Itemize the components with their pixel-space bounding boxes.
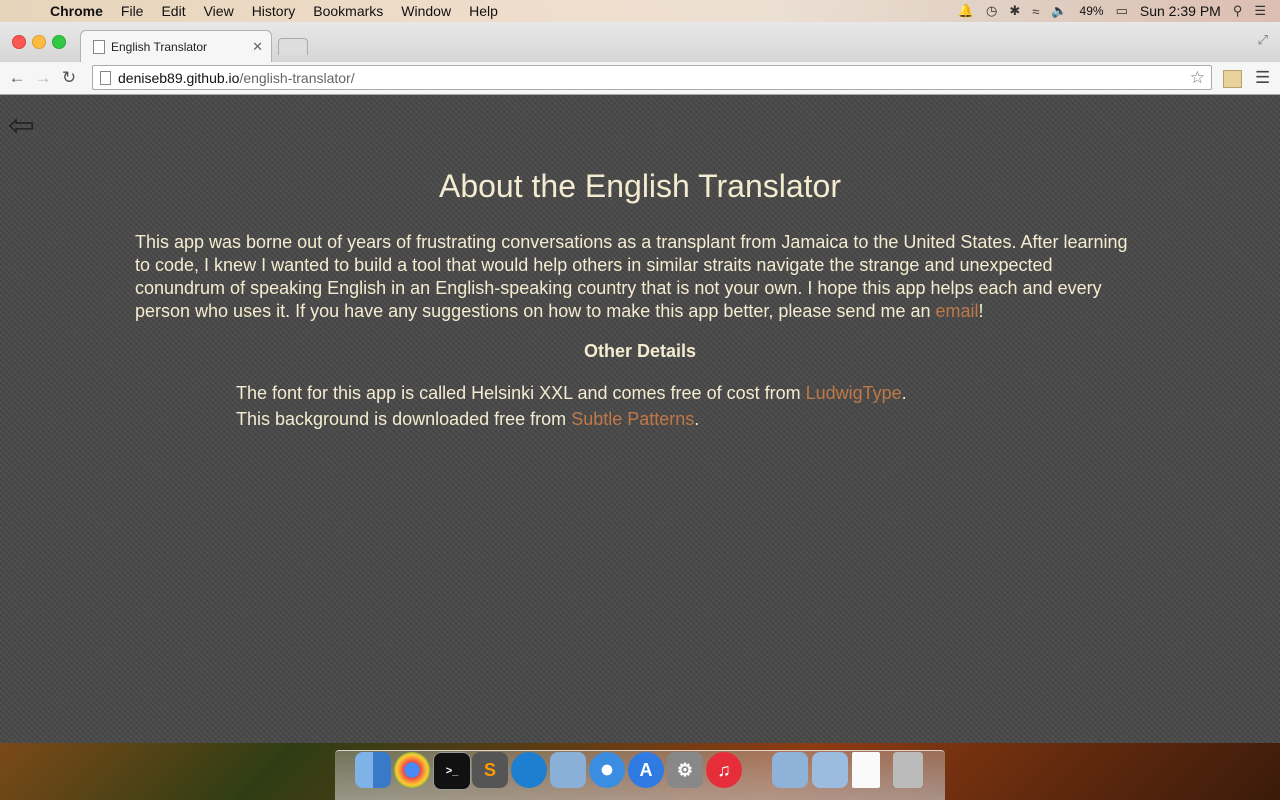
tab-title: English Translator [111, 39, 208, 54]
back-button[interactable]: ← [6, 68, 28, 88]
documents-folder-icon[interactable] [812, 752, 848, 788]
background-credit-text: This background is downloaded free from [236, 409, 572, 429]
zoom-window-button[interactable] [52, 35, 66, 49]
volume-icon[interactable]: 🔈 [1051, 3, 1067, 19]
itunes-icon[interactable]: ♫ [706, 752, 742, 788]
subtle-patterns-link[interactable]: Subtle Patterns [571, 409, 694, 429]
minimize-window-button[interactable] [32, 35, 46, 49]
system-preferences-icon[interactable]: ⚙ [667, 752, 703, 788]
other-details-heading: Other Details [583, 341, 697, 361]
font-credit-end: . [901, 383, 907, 403]
extension-icon[interactable] [1223, 70, 1242, 88]
wifi-icon[interactable]: ≈ [1032, 4, 1039, 19]
skype-icon[interactable] [511, 752, 547, 788]
menu-bookmarks[interactable]: Bookmarks [313, 3, 383, 19]
page-content: ⇦ About the English Translator This app … [0, 95, 1280, 743]
new-tab-button[interactable] [278, 38, 308, 55]
title-bar: English Translator ✕ ⤢ [0, 22, 1280, 62]
browser-toolbar: ← → ↻ deniseb89.github.io/english-transl… [0, 62, 1280, 95]
file-icon[interactable] [852, 752, 880, 788]
menu-view[interactable]: View [204, 3, 234, 19]
forward-button[interactable]: → [32, 68, 54, 88]
notification-bell-icon[interactable]: 🔔 [958, 3, 974, 19]
background-credit-line: This background is downloaded free from … [236, 409, 699, 430]
menu-edit[interactable]: Edit [161, 3, 185, 19]
menu-history[interactable]: History [252, 3, 296, 19]
chrome-menu-icon[interactable]: ☰ [1255, 68, 1270, 88]
menu-app-chrome[interactable]: Chrome [50, 3, 103, 19]
close-window-button[interactable] [12, 35, 26, 49]
status-area: 🔔 ◷ ✱ ≈ 🔈 49% ▭ Sun 2:39 PM ⚲ ☰ [946, 0, 1280, 22]
clock[interactable]: Sun 2:39 PM [1140, 3, 1221, 19]
finder-icon[interactable] [355, 752, 391, 788]
background-credit-end: . [694, 409, 700, 429]
tab-english-translator[interactable]: English Translator ✕ [80, 30, 272, 62]
menu-window[interactable]: Window [401, 3, 451, 19]
notification-center-icon[interactable]: ☰ [1254, 3, 1266, 19]
trash-icon[interactable] [893, 752, 923, 788]
address-bar[interactable]: deniseb89.github.io/english-translator/ … [92, 65, 1212, 90]
applications-folder-icon[interactable] [772, 752, 808, 788]
terminal-icon[interactable]: >_ [433, 752, 471, 790]
email-link[interactable]: email [936, 301, 979, 321]
preview-icon[interactable] [550, 752, 586, 788]
url-host: deniseb89.github.io [118, 69, 240, 86]
spotlight-search-icon[interactable]: ⚲ [1233, 3, 1243, 19]
chrome-icon[interactable] [394, 752, 430, 788]
reload-button[interactable]: ↻ [58, 68, 80, 88]
fullscreen-icon[interactable]: ⤢ [1258, 32, 1268, 48]
close-tab-icon[interactable]: ✕ [252, 39, 263, 55]
app-store-icon[interactable]: A [628, 752, 664, 788]
page-title: About the English Translator [438, 168, 841, 204]
font-credit-line: The font for this app is called Helsinki… [236, 383, 907, 404]
battery-icon[interactable]: ▭ [1116, 3, 1128, 19]
menu-bar: Chrome File Edit View History Bookmarks … [0, 0, 1280, 23]
ludwigtype-link[interactable]: LudwigType [806, 383, 902, 403]
url-path: /english-translator/ [239, 69, 355, 86]
sublime-text-icon[interactable]: S [472, 752, 508, 788]
menu-file[interactable]: File [121, 3, 144, 19]
intro-paragraph: This app was borne out of years of frust… [135, 231, 1145, 323]
battery-percent[interactable]: 49% [1080, 4, 1104, 18]
bluetooth-icon[interactable]: ✱ [1009, 3, 1020, 19]
time-machine-icon[interactable]: ◷ [986, 3, 997, 19]
safari-icon[interactable] [589, 752, 625, 788]
intro-end: ! [978, 301, 984, 321]
browser-window: English Translator ✕ ⤢ ← → ↻ deniseb89.g… [0, 22, 1280, 743]
page-info-icon[interactable] [100, 70, 111, 85]
back-arrow-icon[interactable]: ⇦ [8, 109, 35, 141]
menu-help[interactable]: Help [469, 3, 498, 19]
page-icon [93, 39, 105, 54]
bookmark-star-icon[interactable]: ☆ [1190, 68, 1205, 88]
font-credit-text: The font for this app is called Helsinki… [236, 383, 806, 403]
